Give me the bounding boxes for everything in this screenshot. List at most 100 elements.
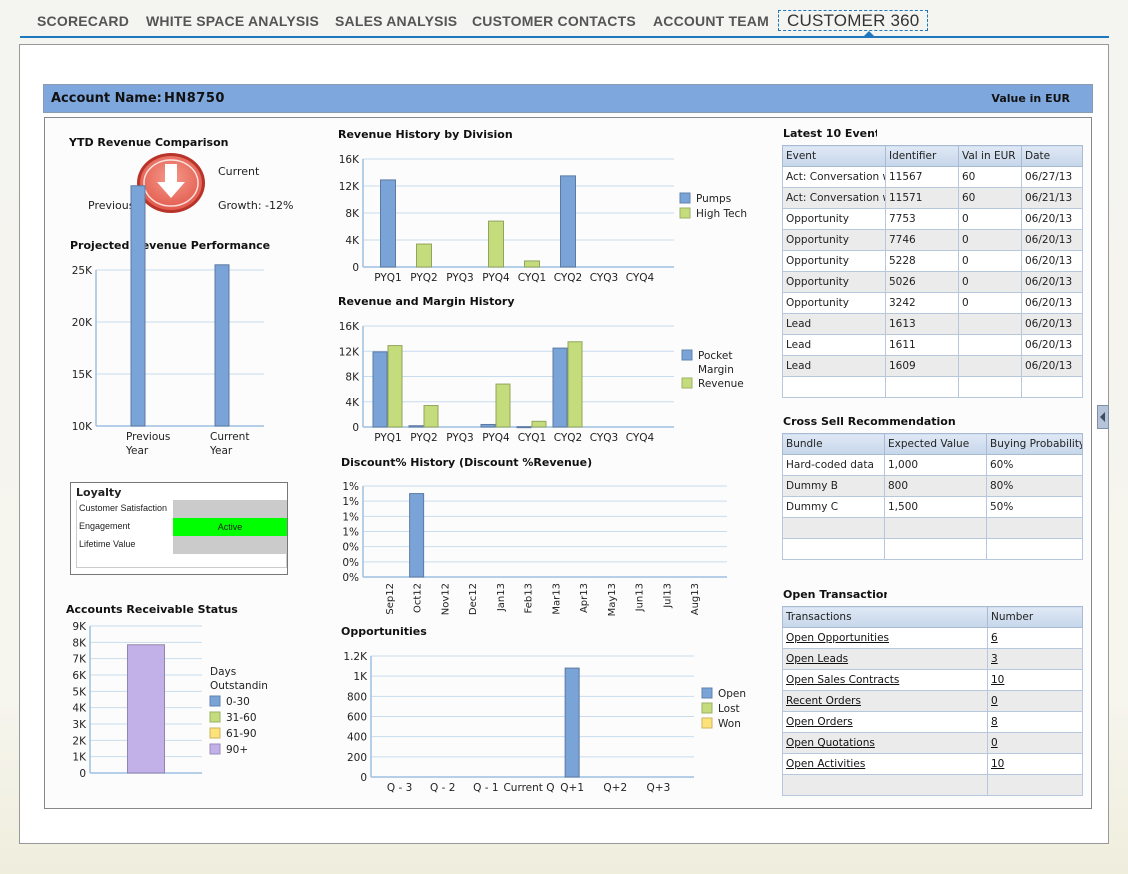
bar-revenue[interactable] <box>387 345 403 428</box>
table-row[interactable]: Opportunity 7746 0 06/20/13 <box>782 229 1083 251</box>
transaction-count-link[interactable]: 10 <box>991 758 1004 770</box>
x-tick-label: Feb13 <box>524 583 535 613</box>
transaction-count-link[interactable]: 8 <box>991 716 998 728</box>
table-row[interactable]: Open Quotations 0 <box>782 732 1083 754</box>
transaction-link[interactable]: Open Activities <box>786 758 865 770</box>
bar-revenue[interactable] <box>130 185 146 427</box>
legend-item[interactable]: Pumps <box>679 192 731 205</box>
bar-pocket-margin[interactable] <box>372 351 388 428</box>
transaction-link[interactable]: Open Opportunities <box>786 632 889 644</box>
legend-title: Days <box>210 666 236 678</box>
table-row[interactable]: Recent Orders 0 <box>782 690 1083 712</box>
table-row[interactable]: Opportunity 3242 0 06/20/13 <box>782 292 1083 314</box>
transaction-count-link[interactable]: 0 <box>991 737 998 749</box>
tab-scorecard[interactable]: SCORECARD <box>37 13 129 29</box>
column-header[interactable]: Date <box>1021 145 1083 167</box>
table-cell: Act: Conversation with <box>782 187 886 209</box>
y-tick-label: 1% <box>342 511 359 523</box>
bar-high-tech[interactable] <box>416 243 432 268</box>
table-row[interactable]: Open Sales Contracts 10 <box>782 669 1083 691</box>
legend-item[interactable]: 61-90 <box>209 727 257 740</box>
table-row[interactable]: Open Orders 8 <box>782 711 1083 733</box>
bar-open[interactable] <box>564 667 580 778</box>
table-row[interactable]: Act: Conversation with115716006/21/13 <box>782 187 1083 209</box>
transaction-link[interactable]: Open Quotations <box>786 737 875 749</box>
bar-revenue[interactable] <box>214 264 230 427</box>
tab-white-space-analysis[interactable]: WHITE SPACE ANALYSIS <box>146 13 319 29</box>
transaction-count-link[interactable]: 6 <box>991 632 998 644</box>
table-row[interactable]: Act: Conversation with115676006/27/13 <box>782 166 1083 188</box>
legend-item[interactable]: Won <box>701 717 741 730</box>
column-header[interactable]: Buying Probability <box>986 433 1083 455</box>
column-header[interactable]: Number <box>987 606 1083 628</box>
bar-revenue[interactable] <box>495 383 511 428</box>
legend-item[interactable]: 31-60 <box>209 711 257 724</box>
legend-item[interactable]: 90+ <box>209 743 248 756</box>
transaction-link[interactable]: Open Sales Contracts <box>786 674 899 686</box>
table-row[interactable]: Opportunity 7753 0 06/20/13 <box>782 208 1083 230</box>
x-tick-label: CYQ2 <box>554 272 583 284</box>
table-row[interactable]: Lead 1613 06/20/13 <box>782 313 1083 335</box>
legend-label: Pumps <box>696 193 731 205</box>
transaction-count-link[interactable]: 3 <box>991 653 998 665</box>
transaction-link[interactable]: Open Leads <box>786 653 848 665</box>
column-header[interactable]: Expected Value <box>884 433 987 455</box>
bar-revenue[interactable] <box>531 420 547 428</box>
table-row[interactable]: Dummy B 800 80% <box>782 475 1083 497</box>
bar-high-tech[interactable] <box>488 220 504 268</box>
table-row[interactable]: Lead 1611 06/20/13 <box>782 334 1083 356</box>
table-row[interactable]: Opportunity 5026 0 06/20/13 <box>782 271 1083 293</box>
bar-revenue[interactable] <box>567 341 583 428</box>
legend-item[interactable]: High Tech <box>679 207 747 220</box>
table-row[interactable]: Dummy C 1,500 50% <box>782 496 1083 518</box>
x-tick-label: Q - 2 <box>430 782 455 794</box>
column-header[interactable]: Bundle <box>782 433 885 455</box>
down-arrow-icon <box>136 152 206 214</box>
transaction-link[interactable]: Recent Orders <box>786 695 861 707</box>
table-row[interactable]: Lead 1609 06/20/13 <box>782 355 1083 377</box>
column-header[interactable]: Event <box>782 145 886 167</box>
table-row[interactable]: Open Leads 3 <box>782 648 1083 670</box>
tab-sales-analysis[interactable]: SALES ANALYSIS <box>335 13 457 29</box>
table-cell <box>958 355 1022 377</box>
panel-toggle-button[interactable] <box>1097 405 1109 429</box>
column-header[interactable]: Transactions <box>782 606 988 628</box>
legend-item[interactable]: Revenue <box>681 377 744 390</box>
bar-pocket-margin[interactable] <box>408 425 424 428</box>
bar-discount-[interactable] <box>409 493 425 578</box>
x-tick-label: PYQ3 <box>446 272 473 284</box>
table-row[interactable]: Opportunity 5228 0 06/20/13 <box>782 250 1083 272</box>
table-row[interactable] <box>782 538 1083 560</box>
y-tick-label: 4K <box>345 235 360 247</box>
legend-item[interactable]: Open <box>701 687 746 700</box>
table-row[interactable] <box>782 376 1083 398</box>
table-row[interactable]: Hard-coded data 1,000 60% <box>782 454 1083 476</box>
bar-pumps[interactable] <box>560 175 576 268</box>
bar-pocket-margin[interactable] <box>552 347 568 428</box>
transaction-count-link[interactable]: 10 <box>991 674 1004 686</box>
tab-account-team[interactable]: ACCOUNT TEAM <box>653 13 769 29</box>
bar-90-[interactable] <box>127 644 165 774</box>
bar-pocket-margin[interactable] <box>480 423 496 428</box>
legend-label: 31-60 <box>226 712 257 724</box>
bar-pocket-margin[interactable] <box>516 426 532 429</box>
table-row[interactable]: Open Opportunities 6 <box>782 627 1083 649</box>
bar-revenue[interactable] <box>423 405 439 428</box>
tab-bar: SCORECARD WHITE SPACE ANALYSIS SALES ANA… <box>20 8 1109 38</box>
column-header[interactable]: Val in EUR <box>958 145 1022 167</box>
tab-customer-360[interactable]: CUSTOMER 360 <box>778 10 929 31</box>
table-cell: 11567 <box>885 166 959 188</box>
legend-item[interactable]: Pocket Margin <box>681 349 734 376</box>
bar-pumps[interactable] <box>380 179 396 268</box>
legend-item[interactable]: 0-30 <box>209 695 250 708</box>
table-row[interactable] <box>782 774 1083 796</box>
legend-item[interactable]: Lost <box>701 702 740 715</box>
transaction-count-link[interactable]: 0 <box>991 695 998 707</box>
table-row[interactable]: Open Activities 10 <box>782 753 1083 775</box>
bar-high-tech[interactable] <box>524 260 540 268</box>
legend-swatch <box>209 711 221 723</box>
table-row[interactable] <box>782 517 1083 539</box>
column-header[interactable]: Identifier <box>885 145 959 167</box>
tab-customer-contacts[interactable]: CUSTOMER CONTACTS <box>472 13 636 29</box>
transaction-link[interactable]: Open Orders <box>786 716 853 728</box>
